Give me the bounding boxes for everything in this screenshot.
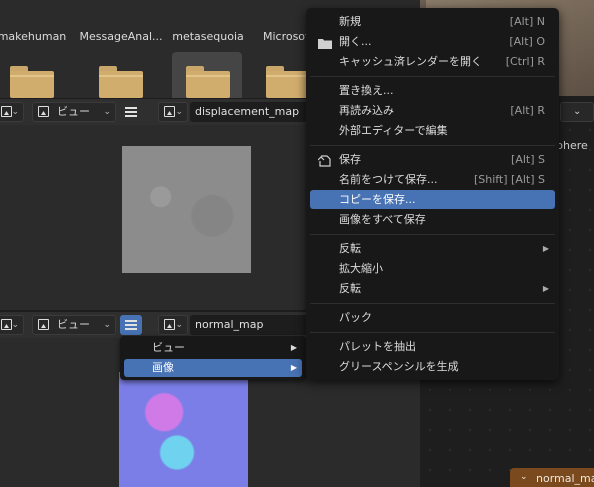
image-name-field[interactable]: normal_map xyxy=(190,315,308,335)
menu-item-shortcut: [Shift] [Alt] S xyxy=(473,173,545,186)
image-icon xyxy=(164,319,175,330)
menu-item-shortcut: [Ctrl] R xyxy=(505,55,545,68)
menu-item-pack[interactable]: パック xyxy=(310,308,555,327)
menu-item-label: 拡大縮小 xyxy=(339,262,383,275)
image-browse-button[interactable]: ⌄ xyxy=(158,315,188,335)
menu-item-new[interactable]: 新規 [Alt] N xyxy=(310,12,555,31)
menu-item-save[interactable]: 保存 [Alt] S xyxy=(310,150,555,169)
menu-separator xyxy=(310,332,555,333)
menu-item-shortcut: [Alt] N xyxy=(509,15,545,28)
menu-item-replace[interactable]: 置き換え... xyxy=(310,81,555,100)
image-icon xyxy=(38,319,49,330)
menu-item-shortcut: [Alt] S xyxy=(511,153,545,166)
menu-item-generate-grease-pencil[interactable]: グリースペンシルを生成 xyxy=(310,357,555,376)
displacement-texture xyxy=(122,146,251,273)
menu-item-label: グリースペンシルを生成 xyxy=(339,360,459,373)
menu-item-label: 外部エディターで編集 xyxy=(339,124,448,137)
view-mode-dropdown[interactable]: ビュー ⌄ xyxy=(32,102,116,122)
menu-item-save-as[interactable]: 名前をつけて保存... [Shift] [Alt] S xyxy=(310,170,555,189)
menu-item-label: 再読み込み xyxy=(339,104,394,117)
menu-item-flip[interactable]: 反転 ▶ xyxy=(310,279,555,298)
menu-item-open-cached-render[interactable]: キャッシュ済レンダーを開く [Ctrl] R xyxy=(310,52,555,71)
folder-icon xyxy=(186,66,230,98)
menu-item-label: 反転 xyxy=(339,282,361,295)
view-mode-label: ビュー xyxy=(57,318,90,331)
folder-icon xyxy=(318,36,332,49)
sub-menu-item-view[interactable]: ビュー ▶ xyxy=(124,339,302,357)
menu-item-resize[interactable]: 拡大縮小 xyxy=(310,259,555,278)
menu-separator xyxy=(310,303,555,304)
chevron-down-icon: ⌄ xyxy=(520,472,528,482)
menu-item-label: 新規 xyxy=(339,15,361,28)
view-mode-label: ビュー xyxy=(57,105,90,118)
chevron-down-icon: ⌄ xyxy=(103,320,111,330)
menu-item-save-copy[interactable]: コピーを保存... xyxy=(310,190,555,209)
header-sub-menu: ビュー ▶ 画像 ▶ xyxy=(120,336,306,380)
file-item-selected[interactable]: metasequoia xyxy=(166,0,250,98)
chevron-down-icon: ⌄ xyxy=(573,106,582,117)
image-editor-icon xyxy=(1,106,12,117)
menu-hamburger-icon[interactable] xyxy=(120,102,142,122)
right-dropdown[interactable]: ⌄ xyxy=(560,102,594,122)
menu-hamburger-icon[interactable] xyxy=(120,315,142,335)
folder-icon xyxy=(10,66,54,98)
menu-item-shortcut: [Alt] O xyxy=(509,35,545,48)
submenu-arrow-icon: ▶ xyxy=(290,363,297,372)
image-menu: 新規 [Alt] N 開く... [Alt] O キャッシュ済レンダーを開く [… xyxy=(306,8,559,380)
submenu-arrow-icon: ▶ xyxy=(290,343,297,352)
menu-item-invert[interactable]: 反転 ▶ xyxy=(310,239,555,258)
submenu-arrow-icon: ▶ xyxy=(542,284,549,293)
menu-item-label: パレットを抽出 xyxy=(339,340,416,353)
menu-item-shortcut: [Alt] R xyxy=(510,104,545,117)
save-icon xyxy=(317,154,332,167)
image-editor-icon xyxy=(1,319,12,330)
menu-item-save-all[interactable]: 画像をすべて保存 xyxy=(310,210,555,229)
file-label: MessageAnal... xyxy=(79,30,163,43)
chevron-down-icon: ⌄ xyxy=(175,107,183,117)
menu-item-label: 名前をつけて保存... xyxy=(339,173,438,186)
menu-item-label: 置き換え... xyxy=(339,84,394,97)
editor-type-button[interactable]: ⌄ xyxy=(0,102,24,122)
menu-item-extract-palette[interactable]: パレットを抽出 xyxy=(310,337,555,356)
image-browse-button[interactable]: ⌄ xyxy=(158,102,188,122)
submenu-arrow-icon: ▶ xyxy=(542,244,549,253)
chevron-down-icon: ⌄ xyxy=(11,107,19,117)
menu-separator xyxy=(310,234,555,235)
normal-map-texture xyxy=(119,372,248,487)
node-tab-label: normal_ma xyxy=(536,472,594,485)
file-item[interactable]: MessageAnal... xyxy=(79,0,163,98)
sphere-label: phere xyxy=(556,139,588,152)
image-name-field[interactable]: displacement_map xyxy=(190,102,312,122)
menu-item-label: 開く... xyxy=(339,35,372,48)
chevron-down-icon: ⌄ xyxy=(175,320,183,330)
sub-menu-label: ビュー xyxy=(152,341,185,354)
menu-item-label: 保存 xyxy=(339,153,361,166)
menu-item-reload[interactable]: 再読み込み [Alt] R xyxy=(310,101,555,120)
sub-menu-item-image[interactable]: 画像 ▶ xyxy=(124,359,302,377)
menu-item-label: 反転 xyxy=(339,242,361,255)
file-label: metasequoia xyxy=(172,30,244,43)
menu-item-edit-externally[interactable]: 外部エディターで編集 xyxy=(310,121,555,140)
sub-menu-label: 画像 xyxy=(152,361,174,374)
view-mode-dropdown[interactable]: ビュー ⌄ xyxy=(32,315,116,335)
folder-icon xyxy=(266,66,310,98)
image-icon xyxy=(164,106,175,117)
chevron-down-icon: ⌄ xyxy=(103,107,111,117)
node-tab[interactable]: ⌄ normal_ma xyxy=(510,468,594,487)
menu-separator xyxy=(310,145,555,146)
menu-item-label: キャッシュ済レンダーを開く xyxy=(339,55,482,68)
menu-item-open[interactable]: 開く... [Alt] O xyxy=(310,32,555,51)
file-label: makehuman xyxy=(0,30,67,43)
menu-separator xyxy=(310,76,555,77)
chevron-down-icon: ⌄ xyxy=(11,320,19,330)
folder-icon xyxy=(99,66,143,98)
menu-item-label: コピーを保存... xyxy=(339,193,416,206)
editor-type-button[interactable]: ⌄ xyxy=(0,315,24,335)
image-icon xyxy=(38,106,49,117)
menu-item-label: 画像をすべて保存 xyxy=(339,213,426,226)
file-item[interactable]: makehuman xyxy=(0,0,74,98)
menu-item-label: パック xyxy=(339,311,372,324)
